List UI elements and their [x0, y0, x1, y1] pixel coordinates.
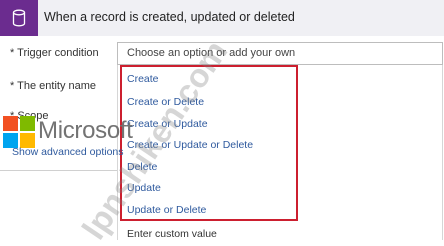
connector-header[interactable]: When a record is created, updated or del…: [0, 0, 444, 36]
microsoft-logo-text: Microsoft: [38, 117, 133, 144]
database-icon: [0, 0, 38, 36]
enter-custom-value-option[interactable]: Enter custom value: [127, 228, 217, 240]
header-title: When a record is created, updated or del…: [44, 10, 295, 24]
options-highlight-box: [120, 65, 298, 221]
entity-name-label: * The entity name: [10, 80, 97, 92]
show-advanced-options-link[interactable]: Show advanced options: [12, 146, 124, 158]
trigger-condition-label: * Trigger condition: [10, 47, 99, 59]
divider: [0, 170, 117, 171]
trigger-condition-input[interactable]: Choose an option or add your own: [117, 42, 443, 65]
microsoft-logo: [3, 116, 36, 149]
